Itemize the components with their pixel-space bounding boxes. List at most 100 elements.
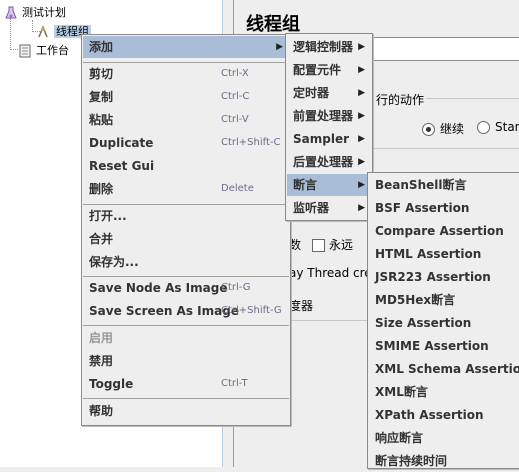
scheduler-label: 度器 (289, 299, 314, 313)
assertion-item-size[interactable]: Size Assertion (369, 312, 518, 334)
menu-item-label: 复制 (89, 90, 114, 104)
menu-item-label: 删除 (89, 182, 114, 196)
assertion-item-compare[interactable]: Compare Assertion (369, 220, 518, 242)
menu-item-delete[interactable]: 删除 Delete (83, 178, 289, 200)
menu-item-label: Compare Assertion (375, 224, 504, 238)
menu-item-add[interactable]: 添加 ▶ (83, 36, 289, 58)
start-radio[interactable]: Star (477, 120, 519, 134)
menu-item-label: BSF Assertion (375, 201, 470, 215)
assertion-item-jsr223[interactable]: JSR223 Assertion (369, 266, 518, 288)
submenu-arrow-icon: ▶ (358, 65, 365, 75)
menu-item-label: 剪切 (89, 67, 114, 81)
submenu-arrow-icon: ▶ (276, 42, 283, 52)
menu-item-disable[interactable]: 禁用 (83, 350, 289, 372)
delay-thread-creation-label: ay Thread cre (289, 266, 372, 280)
shortcut-label: Ctrl+Shift-C (221, 137, 281, 148)
tree-node-workbench[interactable]: 工作台 (18, 42, 69, 58)
radio-icon (477, 121, 490, 134)
add-submenu: 逻辑控制器 ▶ 配置元件 ▶ 定时器 ▶ 前置处理器 ▶ Sampler ▶ 后… (285, 33, 373, 221)
menu-item-label: 保存为... (89, 255, 139, 269)
submenu-arrow-icon: ▶ (358, 88, 365, 98)
assertion-item-duration[interactable]: 断言持续时间 (369, 450, 518, 472)
submenu-item-pre-processor[interactable]: 前置处理器 ▶ (287, 105, 371, 127)
menu-item-save-as[interactable]: 保存为... (83, 251, 289, 273)
menu-item-label: JSR223 Assertion (375, 270, 491, 284)
menu-item-label: 前置处理器 (293, 109, 354, 123)
menu-item-open[interactable]: 打开... (83, 205, 289, 227)
continue-radio[interactable]: 继续 (422, 120, 464, 137)
menu-separator (83, 398, 289, 399)
submenu-item-post-processor[interactable]: 后置处理器 ▶ (287, 151, 371, 173)
menu-item-save-node-image[interactable]: Save Node As Image Ctrl-G (83, 277, 289, 299)
forever-label: 永远 (329, 238, 354, 252)
assertion-item-xpath[interactable]: XPath Assertion (369, 404, 518, 426)
workbench-icon (18, 44, 32, 58)
menu-item-label: XML Schema Assertion (375, 362, 519, 376)
menu-item-duplicate[interactable]: Duplicate Ctrl+Shift-C (83, 132, 289, 154)
submenu-arrow-icon: ▶ (358, 42, 365, 52)
submenu-item-listener[interactable]: 监听器 ▶ (287, 197, 371, 219)
submenu-item-timer[interactable]: 定时器 ▶ (287, 82, 371, 104)
menu-item-label: Reset Gui (89, 159, 155, 173)
menu-item-label: SMIME Assertion (375, 339, 489, 353)
menu-item-label: 断言 (293, 178, 318, 192)
menu-item-label: Duplicate (89, 136, 154, 150)
assertion-item-html[interactable]: HTML Assertion (369, 243, 518, 265)
context-menu: 添加 ▶ 剪切 Ctrl-X 复制 Ctrl-C 粘贴 Ctrl-V Dupli… (81, 34, 291, 426)
action-label: 行的动作 (374, 91, 427, 108)
assertion-item-smime[interactable]: SMIME Assertion (369, 335, 518, 357)
submenu-item-sampler[interactable]: Sampler ▶ (287, 128, 371, 150)
menu-item-label: HTML Assertion (375, 247, 482, 261)
menu-item-label: XPath Assertion (375, 408, 484, 422)
submenu-item-assertion[interactable]: 断言 ▶ (287, 174, 371, 196)
assertion-item-xml[interactable]: XML断言 (369, 381, 518, 403)
menu-item-label: Toggle (89, 377, 134, 391)
tree-node-label: 测试计划 (22, 6, 66, 19)
thread-group-icon (36, 24, 50, 39)
menu-item-cut[interactable]: 剪切 Ctrl-X (83, 63, 289, 85)
shortcut-label: Ctrl-T (221, 378, 248, 389)
submenu-item-config-element[interactable]: 配置元件 ▶ (287, 59, 371, 81)
shortcut-label: Ctrl-C (221, 91, 250, 102)
menu-item-label: BeanShell断言 (375, 178, 467, 192)
continue-label: 继续 (440, 122, 465, 136)
submenu-item-logic-controller[interactable]: 逻辑控制器 ▶ (287, 36, 371, 58)
menu-item-label: 配置元件 (293, 63, 342, 77)
menu-item-copy[interactable]: 复制 Ctrl-C (83, 86, 289, 108)
submenu-arrow-icon: ▶ (358, 180, 365, 190)
radio-icon (422, 123, 435, 136)
submenu-arrow-icon: ▶ (358, 134, 365, 144)
shortcut-label: Ctrl-V (221, 114, 249, 125)
menu-item-label: 禁用 (89, 354, 114, 368)
menu-item-label: 打开... (89, 209, 127, 223)
submenu-arrow-icon: ▶ (358, 111, 365, 121)
menu-item-label: Size Assertion (375, 316, 472, 330)
menu-item-reset-gui[interactable]: Reset Gui (83, 155, 289, 177)
menu-item-save-screen-image[interactable]: Save Screen As Image Ctrl+Shift-G (83, 300, 289, 322)
menu-item-toggle[interactable]: Toggle Ctrl-T (83, 373, 289, 395)
menu-item-label: 添加 (89, 40, 114, 54)
menu-item-label: 启用 (89, 331, 114, 345)
menu-item-label: 合并 (89, 232, 114, 246)
assertion-item-response[interactable]: 响应断言 (369, 427, 518, 449)
menu-item-label: 后置处理器 (293, 155, 354, 169)
tree-connector (10, 18, 11, 50)
menu-item-label: XML断言 (375, 385, 428, 399)
menu-item-label: Sampler (293, 132, 350, 146)
assertion-item-bsf[interactable]: BSF Assertion (369, 197, 518, 219)
menu-item-help[interactable]: 帮助 (83, 400, 289, 422)
assertion-submenu: BeanShell断言 BSF Assertion Compare Assert… (367, 172, 519, 469)
tree-node-test-plan[interactable]: 测试计划 (4, 4, 66, 20)
assertion-item-xml-schema[interactable]: XML Schema Assertion (369, 358, 519, 380)
menu-item-label: Save Screen As Image (89, 304, 239, 318)
checkbox-icon (312, 239, 325, 252)
menu-item-paste[interactable]: 粘贴 Ctrl-V (83, 109, 289, 131)
assertion-item-md5hex[interactable]: MD5Hex断言 (369, 289, 518, 311)
menu-item-label: 逻辑控制器 (293, 40, 354, 54)
forever-checkbox[interactable]: 永远 (312, 236, 353, 253)
start-label: Star (495, 120, 519, 134)
menu-item-merge[interactable]: 合并 (83, 228, 289, 250)
assertion-item-beanshell[interactable]: BeanShell断言 (369, 174, 518, 196)
shortcut-label: Ctrl-X (221, 68, 249, 79)
tree-connector (10, 49, 18, 50)
